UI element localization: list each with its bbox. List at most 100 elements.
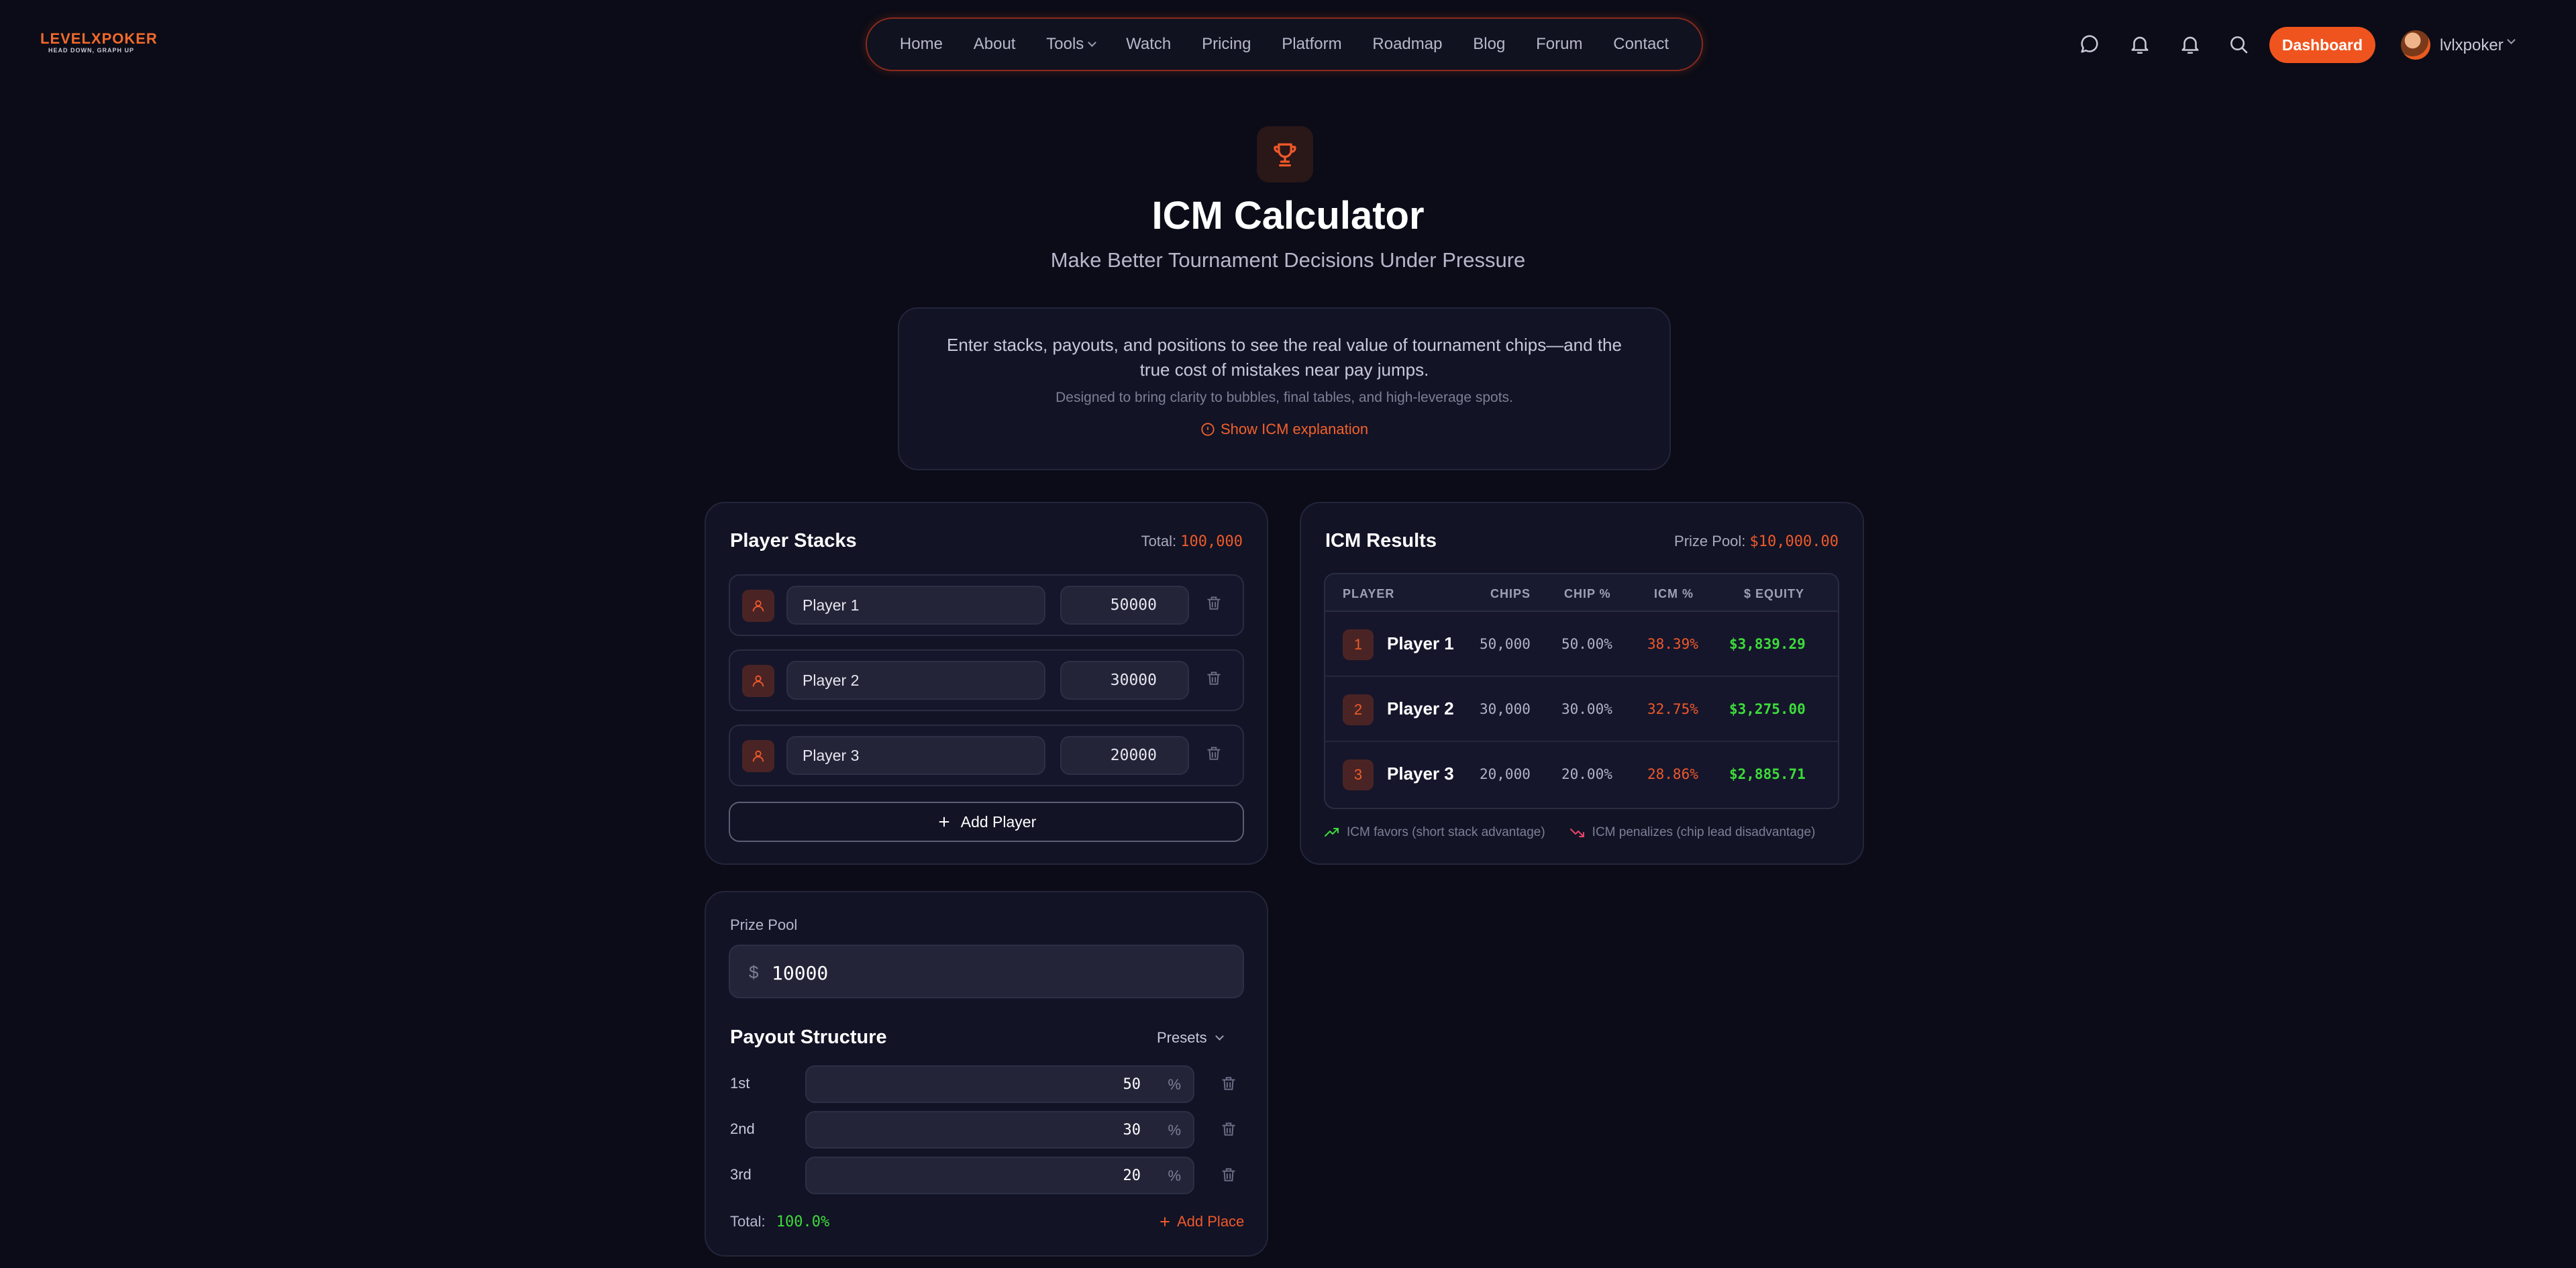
player-chips-input[interactable]: 30000 (1060, 661, 1189, 700)
intro-text: Enter stacks, payouts, and positions to … (947, 335, 1622, 380)
nav-forum[interactable]: Forum (1536, 35, 1582, 54)
nav-tools-label: Tools (1046, 35, 1084, 53)
nav-blog[interactable]: Blog (1473, 35, 1505, 54)
bell-icon[interactable] (2179, 33, 2202, 56)
icm-pct-value: 38.39% (1647, 636, 1698, 652)
page-subtitle: Make Better Tournament Decisions Under P… (1050, 248, 1526, 272)
player-row: Player 1 50000 (729, 574, 1244, 636)
stacks-total: Total: 100,000 (1141, 533, 1243, 550)
trash-icon[interactable] (1220, 1075, 1237, 1092)
plus-icon (939, 816, 949, 827)
payout-row: 3rd 20 % (730, 1157, 1244, 1194)
chips-value: 50,000 (1480, 636, 1531, 652)
nav-about[interactable]: About (974, 35, 1016, 54)
column-header: CHIPS (1490, 587, 1531, 600)
avatar[interactable] (2401, 30, 2430, 60)
table-row: 2 Player 2 30,000 30.00% 32.75% $3,275.0… (1325, 677, 1838, 742)
percent-sign: % (1168, 1076, 1181, 1093)
chips-value: 30,000 (1480, 701, 1531, 717)
table-row: 3 Player 3 20,000 20.00% 28.86% $2,885.7… (1325, 742, 1838, 807)
show-explanation-link[interactable]: Show ICM explanation (899, 421, 1669, 438)
nav-tools[interactable]: Tools (1046, 35, 1097, 54)
payout-pct-input[interactable]: 30 % (805, 1111, 1194, 1149)
add-place-button[interactable]: Add Place (1158, 1213, 1244, 1230)
user-icon (742, 590, 774, 622)
chevron-down-icon (1088, 38, 1097, 47)
player-row: Player 2 30000 (729, 649, 1244, 711)
player-row: Player 3 20000 (729, 725, 1244, 786)
player-chips-input[interactable]: 50000 (1060, 586, 1189, 625)
payout-total-value: 100.0% (776, 1214, 830, 1230)
username[interactable]: lvlxpoker (2440, 36, 2504, 55)
logo-tagline: HEAD DOWN, GRAPH UP (48, 47, 135, 54)
rank-badge: 1 (1343, 629, 1374, 660)
payout-pct-input[interactable]: 50 % (805, 1065, 1194, 1103)
icm-results-card: ICM Results Prize Pool: $10,000.00 PLAYE… (1300, 502, 1864, 865)
search-icon[interactable] (2227, 33, 2250, 56)
chip-pct-value: 50.00% (1561, 636, 1612, 652)
user-icon (742, 740, 774, 772)
player-name: Player 1 (1387, 633, 1454, 653)
equity-value: $3,839.29 (1729, 636, 1806, 652)
column-header: PLAYER (1343, 587, 1395, 600)
main-nav: Home About Tools Watch Pricing Platform … (866, 17, 1703, 71)
trash-icon[interactable] (1205, 594, 1223, 612)
player-chips-input[interactable]: 20000 (1060, 736, 1189, 775)
trophy-icon (1274, 143, 1296, 167)
add-place-label: Add Place (1177, 1213, 1245, 1230)
player-name-input[interactable]: Player 1 (786, 586, 1045, 625)
presets-dropdown[interactable]: Presets (1157, 1029, 1224, 1047)
currency-symbol: $ (749, 962, 759, 982)
chevron-down-icon[interactable] (2507, 36, 2516, 44)
show-explanation-label: Show ICM explanation (1220, 421, 1369, 437)
user-icon (742, 665, 774, 697)
results-legend: ICM favors (short stack advantage) ICM p… (1324, 825, 1815, 840)
add-player-button[interactable]: Add Player (729, 802, 1244, 842)
prize-pool-field-label: Prize Pool (730, 916, 798, 933)
rank-badge: 3 (1343, 759, 1374, 790)
place-label: 2nd (730, 1120, 755, 1137)
trophy-badge (1257, 126, 1313, 182)
info-icon (1201, 423, 1215, 436)
trash-icon[interactable] (1205, 745, 1223, 762)
chat-icon[interactable] (2078, 33, 2101, 56)
prize-pool-input[interactable]: $ 10000 (729, 945, 1244, 998)
trash-icon[interactable] (1205, 670, 1223, 687)
player-name-input[interactable]: Player 2 (786, 661, 1045, 700)
dashboard-button[interactable]: Dashboard (2269, 27, 2375, 63)
place-label: 1st (730, 1075, 750, 1092)
stacks-total-value: 100,000 (1180, 533, 1243, 550)
bell-icon[interactable] (2128, 33, 2151, 56)
nav-roadmap[interactable]: Roadmap (1372, 35, 1442, 54)
column-header: CHIP % (1564, 587, 1611, 600)
payout-pct-value: 50 (1123, 1076, 1141, 1093)
equity-value: $2,885.71 (1729, 766, 1806, 782)
table-header: PLAYER CHIPS CHIP % ICM % $ EQUITY (1325, 574, 1838, 612)
trash-icon[interactable] (1220, 1120, 1237, 1138)
nav-platform[interactable]: Platform (1282, 35, 1341, 54)
player-name-input[interactable]: Player 3 (786, 736, 1045, 775)
trash-icon[interactable] (1220, 1166, 1237, 1183)
percent-sign: % (1168, 1122, 1181, 1139)
prize-pool-input-value: 10000 (772, 962, 829, 984)
payout-structure-title: Payout Structure (730, 1026, 887, 1048)
nav-watch[interactable]: Watch (1126, 35, 1171, 54)
trend-up-icon (1325, 828, 1339, 837)
payout-row: 1st 50 % (730, 1065, 1244, 1103)
chip-pct-value: 20.00% (1561, 766, 1612, 782)
presets-label: Presets (1157, 1029, 1207, 1046)
table-row: 1 Player 1 50,000 50.00% 38.39% $3,839.2… (1325, 612, 1838, 677)
nav-home[interactable]: Home (900, 35, 943, 54)
logo[interactable]: LEVELXPOKER HEAD DOWN, GRAPH UP (40, 31, 158, 59)
prize-pool-label: Prize Pool: (1674, 533, 1746, 549)
legend-penalizes-label: ICM penalizes (chip lead disadvantage) (1592, 825, 1816, 839)
icm-pct-value: 32.75% (1647, 701, 1698, 717)
payout-pct-value: 20 (1123, 1167, 1141, 1184)
player-stacks-card: Player Stacks Total: 100,000 Player 1 50… (705, 502, 1268, 865)
nav-contact[interactable]: Contact (1613, 35, 1669, 54)
plus-icon (1160, 1217, 1170, 1226)
nav-pricing[interactable]: Pricing (1202, 35, 1251, 54)
payout-pct-input[interactable]: 20 % (805, 1157, 1194, 1194)
place-label: 3rd (730, 1166, 752, 1183)
legend-favors: ICM favors (short stack advantage) (1324, 825, 1545, 840)
